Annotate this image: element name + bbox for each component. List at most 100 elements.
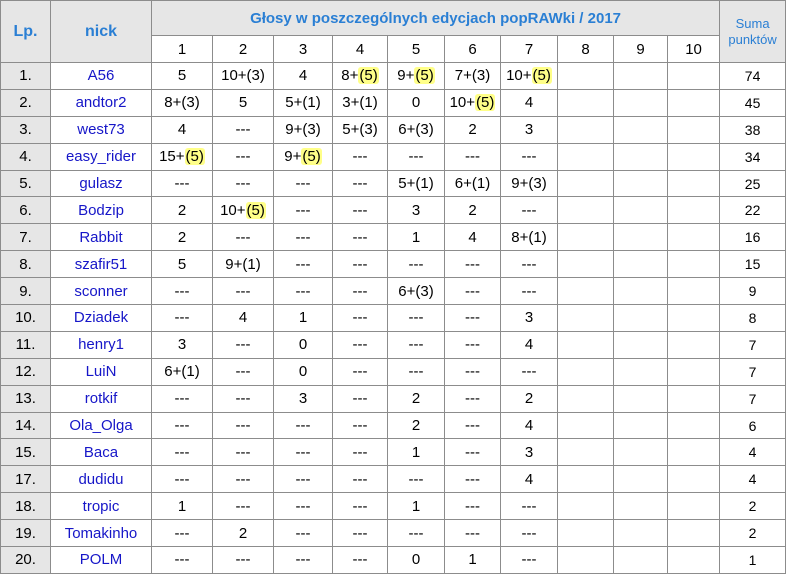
bonus-highlight: (5) bbox=[414, 67, 435, 85]
score-cell-edition-2: 10+(5) bbox=[212, 196, 274, 225]
score-cell-edition-6: --- bbox=[444, 357, 501, 386]
table-row: 11. henry1 3 --- 0 --- --- --- 4 7 bbox=[0, 330, 786, 359]
rank-cell: 14. bbox=[0, 411, 51, 440]
score-cell-edition-2: --- bbox=[212, 438, 274, 467]
score-cell-edition-2: 10+(3) bbox=[212, 62, 274, 90]
score-cell-edition-6: 2 bbox=[444, 196, 501, 225]
score-cell-edition-6: --- bbox=[444, 277, 501, 306]
bonus-highlight: (5) bbox=[531, 67, 552, 85]
score-cell-edition-1: --- bbox=[151, 304, 213, 332]
score-cell-edition-8 bbox=[557, 384, 614, 413]
score-cell-edition-9 bbox=[613, 384, 668, 413]
score-cell-edition-5: 1 bbox=[387, 223, 445, 252]
score-cell-edition-3: 4 bbox=[273, 62, 333, 90]
score-cell-edition-3: 5+(1) bbox=[273, 88, 333, 117]
score-cell-edition-6: --- bbox=[444, 411, 501, 440]
score-cell-edition-6: --- bbox=[444, 250, 501, 279]
score-cell-edition-10 bbox=[666, 62, 721, 90]
score-cell-edition-7: 4 bbox=[500, 88, 558, 117]
nick-cell: Bodzip bbox=[50, 196, 152, 225]
score-cell-edition-5: 6+(3) bbox=[387, 115, 445, 144]
score-cell-edition-6: 2 bbox=[444, 115, 501, 144]
score-cell-edition-9 bbox=[613, 438, 668, 467]
rank-cell: 9. bbox=[0, 277, 51, 306]
table-row: 14. Ola_Olga --- --- --- --- 2 --- 4 6 bbox=[0, 411, 786, 440]
score-cell-edition-8 bbox=[557, 438, 614, 467]
score-cell-edition-2: 5 bbox=[212, 88, 274, 117]
score-cell-edition-1: 8+(3) bbox=[151, 88, 213, 117]
score-cell-edition-2: --- bbox=[212, 277, 274, 306]
score-cell-edition-7: 8+(1) bbox=[500, 223, 558, 252]
header-edition-9: 9 bbox=[613, 35, 668, 63]
score-cell-edition-7: 4 bbox=[500, 411, 558, 440]
sum-cell: 7 bbox=[719, 330, 786, 359]
score-cell-edition-7: 9+(3) bbox=[500, 169, 558, 198]
score-cell-edition-2: --- bbox=[212, 142, 274, 171]
header-lp: Lp. bbox=[0, 0, 51, 63]
score-cell-edition-8 bbox=[557, 519, 614, 548]
score-cell-edition-2: 2 bbox=[212, 519, 274, 548]
score-cell-edition-3: --- bbox=[273, 169, 333, 198]
score-cell-edition-4: --- bbox=[332, 330, 388, 359]
score-cell-edition-1: --- bbox=[151, 519, 213, 548]
score-cell-edition-1: 2 bbox=[151, 223, 213, 252]
score-cell-edition-10 bbox=[666, 250, 721, 279]
score-cell-edition-5: --- bbox=[387, 465, 445, 494]
header-edition-10: 10 bbox=[666, 35, 721, 63]
score-cell-edition-5: 9+(5) bbox=[387, 62, 445, 90]
score-cell-edition-9 bbox=[613, 304, 668, 332]
header-edition-4: 4 bbox=[332, 35, 388, 63]
score-cell-edition-1: 2 bbox=[151, 196, 213, 225]
score-cell-edition-1: 5 bbox=[151, 250, 213, 279]
table-row: 17. dudidu --- --- --- --- --- --- 4 4 bbox=[0, 465, 786, 494]
score-cell-edition-5: 1 bbox=[387, 492, 445, 521]
score-cell-edition-7: 3 bbox=[500, 438, 558, 467]
table-row: 13. rotkif --- --- 3 --- 2 --- 2 7 bbox=[0, 384, 786, 413]
score-cell-edition-6: 6+(1) bbox=[444, 169, 501, 198]
table-row: 7. Rabbit 2 --- --- --- 1 4 8+(1) 16 bbox=[0, 223, 786, 252]
rank-cell: 15. bbox=[0, 438, 51, 467]
score-cell-edition-10 bbox=[666, 277, 721, 306]
score-cell-edition-7: 4 bbox=[500, 465, 558, 494]
score-cell-edition-6: --- bbox=[444, 519, 501, 548]
score-cell-edition-9 bbox=[613, 142, 668, 171]
score-cell-edition-10 bbox=[666, 357, 721, 386]
sum-cell: 34 bbox=[719, 142, 786, 171]
score-cell-edition-6: 10+(5) bbox=[444, 88, 501, 117]
score-cell-edition-10 bbox=[666, 223, 721, 252]
table-row: 9. sconner --- --- --- --- 6+(3) --- --- 9 bbox=[0, 277, 786, 306]
table-row: 5. gulasz --- --- --- --- 5+(1) 6+(1) 9+(3) 25 bbox=[0, 169, 786, 198]
header-title: Głosy w poszczególnych edycjach popRAWki… bbox=[150, 0, 721, 36]
score-cell-edition-9 bbox=[613, 277, 668, 306]
score-cell-edition-3: --- bbox=[273, 465, 333, 494]
score-cell-edition-2: --- bbox=[212, 330, 274, 359]
nick-cell: szafir51 bbox=[50, 250, 152, 279]
score-cell-edition-2: --- bbox=[212, 411, 274, 440]
score-cell-edition-8 bbox=[557, 196, 614, 225]
header-edition-2: 2 bbox=[212, 35, 274, 63]
score-cell-edition-7: 4 bbox=[500, 330, 558, 359]
score-cell-edition-7: 10+(5) bbox=[500, 62, 558, 90]
rank-cell: 13. bbox=[0, 384, 51, 413]
score-cell-edition-2: --- bbox=[212, 223, 274, 252]
score-cell-edition-1: --- bbox=[151, 438, 213, 467]
score-cell-edition-8 bbox=[557, 169, 614, 198]
score-cell-edition-2: --- bbox=[212, 357, 274, 386]
table-row: 8. szafir51 5 9+(1) --- --- --- --- --- 15 bbox=[0, 250, 786, 279]
score-cell-edition-7: --- bbox=[500, 196, 558, 225]
rank-cell: 3. bbox=[0, 115, 51, 144]
score-cell-edition-8 bbox=[557, 62, 614, 90]
score-cell-edition-4: --- bbox=[332, 546, 388, 574]
score-cell-edition-8 bbox=[557, 357, 614, 386]
score-cell-edition-1: 15+(5) bbox=[151, 142, 213, 171]
nick-cell: andtor2 bbox=[50, 88, 152, 117]
score-cell-edition-4: --- bbox=[332, 384, 388, 413]
sum-cell: 15 bbox=[719, 250, 786, 279]
score-cell-edition-5: --- bbox=[387, 519, 445, 548]
score-cell-edition-6: 1 bbox=[444, 546, 501, 574]
score-cell-edition-8 bbox=[557, 250, 614, 279]
bonus-highlight: (5) bbox=[475, 94, 496, 112]
rank-cell: 7. bbox=[0, 223, 51, 252]
rank-cell: 8. bbox=[0, 250, 51, 279]
table-row: 19. Tomakinho --- 2 --- --- --- --- --- 2 bbox=[0, 519, 786, 548]
